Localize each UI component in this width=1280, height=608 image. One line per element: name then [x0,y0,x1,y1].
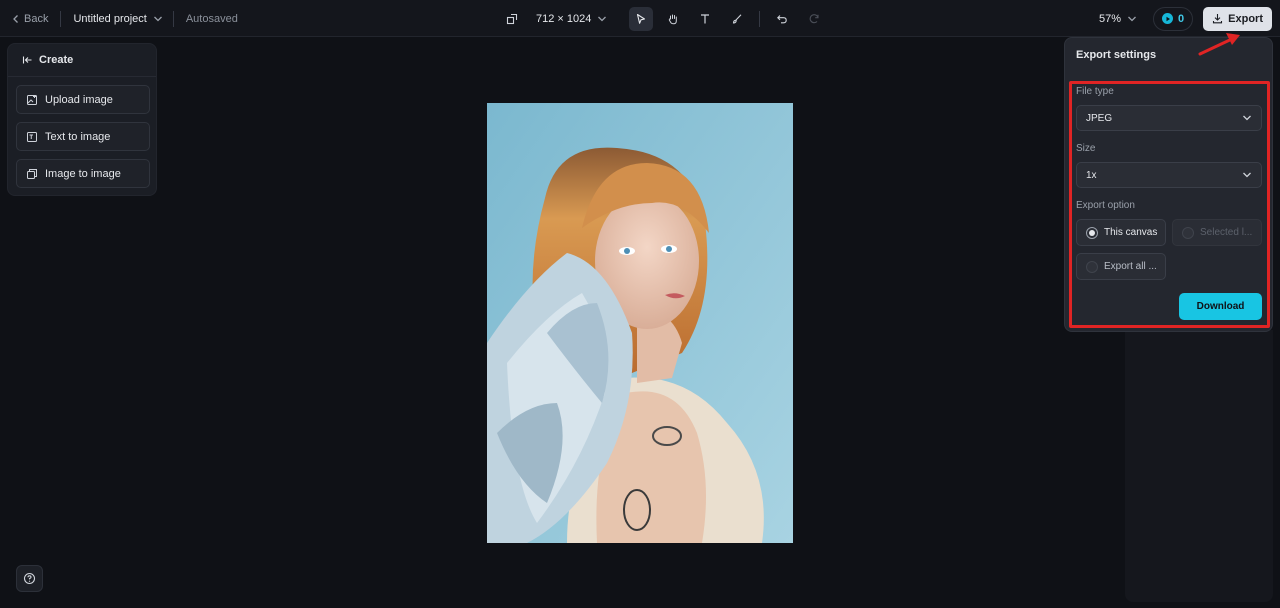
chevron-down-icon [153,16,162,21]
chevron-left-icon [13,14,18,23]
top-bar-left: Back Untitled project Autosaved [12,0,238,37]
export-settings-panel: Export settings File type JPEG Size 1x E… [1064,37,1273,332]
canvas-image[interactable] [487,103,793,543]
image-to-image-label: Image to image [45,167,121,180]
divider [759,10,761,27]
upload-image-icon [27,94,37,105]
option-label: This canvas [1104,227,1158,238]
project-name: Untitled project [73,12,147,25]
radio-unselected-icon [1086,260,1098,273]
image-to-image-icon [27,168,37,179]
export-option-label: Export option [1076,200,1135,211]
file-type-label: File type [1076,86,1114,97]
radio-disabled-icon [1182,226,1194,239]
brush-icon [733,13,742,24]
hand-tool-button[interactable] [661,7,685,31]
download-icon [1213,14,1223,24]
image-to-image-button[interactable]: Image to image [16,159,150,188]
chevron-down-icon [1243,115,1251,121]
create-panel-header[interactable]: Create [8,44,156,77]
brush-tool-button[interactable] [725,7,749,31]
resize-button[interactable] [500,7,524,31]
canvas-size: 712 × 1024 [536,12,592,25]
upload-image-button[interactable]: Upload image [16,85,150,114]
size-value: 1x [1086,169,1097,181]
option-label: Selected l... [1200,227,1253,238]
back-button[interactable]: Back [12,13,48,25]
text-to-image-button[interactable]: Text to image [16,122,150,151]
create-title: Create [39,54,74,66]
text-tool-button[interactable] [693,7,717,31]
portrait-photo [487,103,793,543]
canvas-toolbar: 712 × 1024 [500,6,826,31]
export-label: Export [1228,12,1263,25]
right-side-panel [1125,330,1273,602]
export-button[interactable]: Export [1203,6,1272,31]
option-label: Export all ... [1104,261,1157,272]
text-to-image-label: Text to image [45,130,111,143]
canvas-size-dropdown[interactable]: 712 × 1024 [536,13,607,25]
option-selected-layers: Selected l... [1172,219,1262,246]
resize-icon [506,13,518,24]
text-icon [701,13,710,23]
autosave-status: Autosaved [185,12,238,25]
divider [60,10,62,27]
redo-icon [810,13,819,23]
annotation-arrow-icon [1198,33,1240,56]
option-this-canvas[interactable]: This canvas [1076,219,1166,246]
create-panel: Create Upload image Text to image Image … [7,43,157,196]
credits-count: 0 [1178,12,1185,25]
text-to-image-icon [27,131,37,142]
divider [172,10,174,27]
upload-image-label: Upload image [45,93,113,106]
chevron-down-icon [598,16,607,21]
zoom-dropdown[interactable]: 57% [1099,13,1137,25]
select-tool-button[interactable] [629,6,654,31]
option-export-all[interactable]: Export all ... [1076,253,1166,280]
help-icon [23,572,36,585]
size-select[interactable]: 1x [1076,162,1262,188]
size-label: Size [1076,143,1096,154]
radio-selected-icon [1086,226,1098,239]
undo-button[interactable] [770,7,794,31]
file-type-select[interactable]: JPEG [1076,105,1262,131]
undo-icon [777,14,788,23]
pointer-icon [637,13,646,24]
export-settings-title: Export settings [1076,49,1157,61]
collapse-arrow-icon [22,56,32,64]
chevron-down-icon [1243,172,1251,178]
help-button[interactable] [16,565,43,592]
download-button[interactable]: Download [1179,293,1262,320]
zoom-level: 57% [1099,12,1122,25]
top-bar-right: 57% 0 Export [1099,6,1272,31]
redo-button[interactable] [802,7,826,31]
credits-badge[interactable]: 0 [1153,6,1194,31]
hand-icon [669,14,678,24]
top-bar: Back Untitled project Autosaved 712 × 10… [0,0,1280,37]
file-type-value: JPEG [1086,112,1113,124]
project-name-dropdown[interactable]: Untitled project [73,13,162,25]
back-label: Back [24,12,49,25]
chevron-down-icon [1128,16,1136,21]
credit-icon [1162,13,1174,24]
